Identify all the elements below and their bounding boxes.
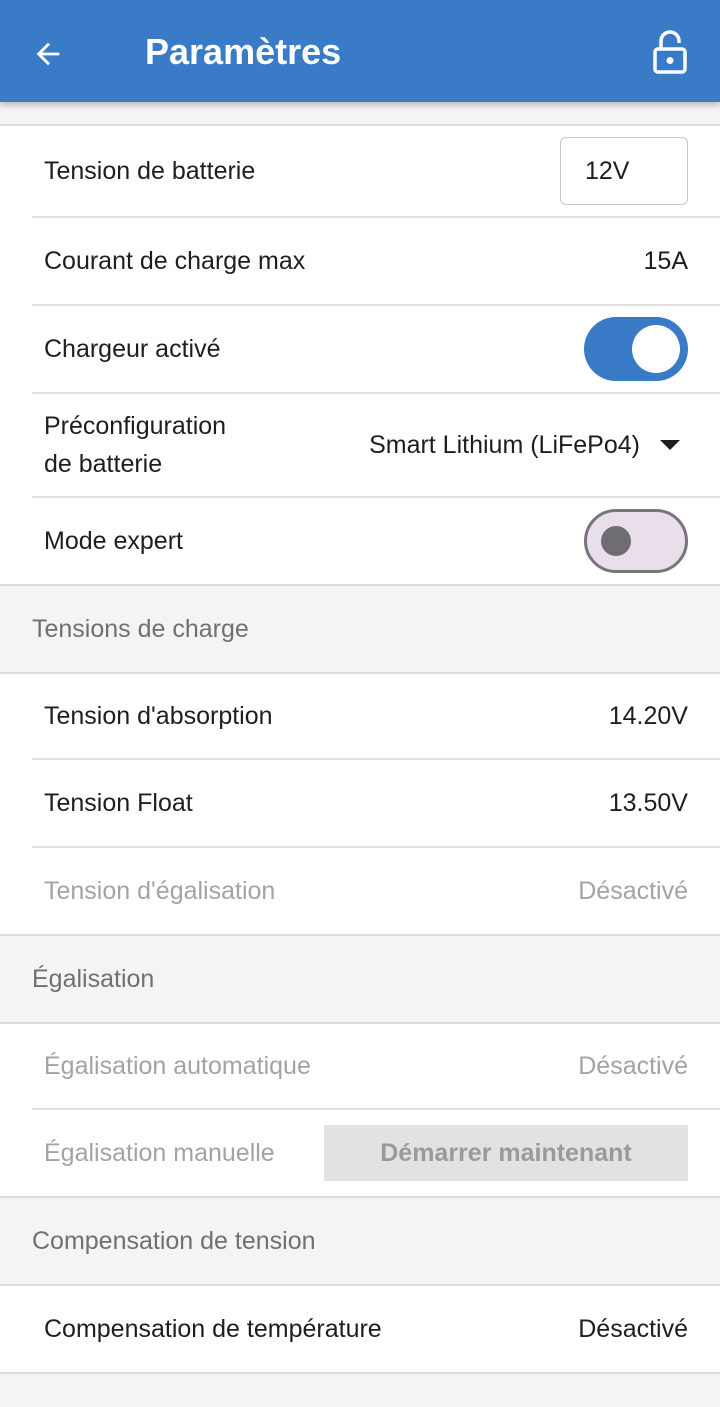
settings-content: Tension de batterie 12V Courant de charg… bbox=[0, 102, 720, 1374]
expert-mode-label: Mode expert bbox=[44, 527, 183, 555]
caret-down-icon bbox=[660, 440, 680, 450]
auto-equalization-row: Égalisation automatique Désactivé bbox=[32, 1024, 720, 1110]
manual-equalization-label: Égalisation manuelle bbox=[44, 1139, 275, 1167]
app-bar: Paramètres bbox=[0, 0, 720, 102]
battery-preset-value: Smart Lithium (LiFePo4) bbox=[369, 430, 640, 459]
toggle-knob bbox=[601, 526, 631, 556]
battery-preset-label-line2: de batterie bbox=[44, 450, 163, 478]
voltage-compensation-section-title: Compensation de tension bbox=[0, 1198, 720, 1284]
battery-voltage-label: Tension de batterie bbox=[44, 157, 256, 185]
max-charge-current-row[interactable]: Courant de charge max 15A bbox=[32, 218, 720, 306]
auto-equalization-value: Désactivé bbox=[578, 1051, 688, 1080]
absorption-voltage-row[interactable]: Tension d'absorption 14.20V bbox=[32, 674, 720, 760]
expert-mode-row: Mode expert bbox=[32, 498, 720, 584]
battery-voltage-row[interactable]: Tension de batterie 12V bbox=[32, 126, 720, 218]
battery-preset-label-line1: Préconfiguration bbox=[44, 412, 227, 440]
absorption-voltage-value: 14.20V bbox=[608, 701, 688, 730]
general-settings-card: Tension de batterie 12V Courant de charg… bbox=[0, 124, 720, 586]
page-title: Paramètres bbox=[145, 31, 342, 72]
auto-equalization-label: Égalisation automatique bbox=[44, 1052, 311, 1080]
float-voltage-row[interactable]: Tension Float 13.50V bbox=[32, 760, 720, 848]
charge-voltages-section-title: Tensions de charge bbox=[0, 586, 720, 672]
temperature-compensation-row[interactable]: Compensation de température Désactivé bbox=[32, 1286, 720, 1372]
back-button[interactable] bbox=[20, 26, 76, 82]
equalization-voltage-row: Tension d'égalisation Désactivé bbox=[32, 848, 720, 934]
arrow-left-icon bbox=[36, 42, 60, 66]
expert-mode-toggle[interactable] bbox=[584, 509, 688, 573]
battery-preset-row[interactable]: Préconfiguration de batterie Smart Lithi… bbox=[32, 394, 720, 498]
equalization-card: Égalisation automatique Désactivé Égalis… bbox=[0, 1022, 720, 1198]
float-voltage-value: 13.50V bbox=[608, 788, 688, 817]
max-charge-current-value: 15A bbox=[643, 246, 688, 275]
equalization-voltage-value: Désactivé bbox=[578, 876, 688, 905]
temperature-compensation-label: Compensation de température bbox=[44, 1315, 382, 1343]
unlocked-padlock-icon bbox=[653, 30, 687, 74]
charger-enabled-toggle[interactable] bbox=[584, 317, 688, 381]
equalization-section-title: Égalisation bbox=[0, 936, 720, 1022]
toggle-knob bbox=[632, 325, 680, 373]
lock-button[interactable] bbox=[642, 24, 698, 80]
temperature-compensation-value: Désactivé bbox=[578, 1314, 688, 1343]
battery-preset-dropdown[interactable]: Smart Lithium (LiFePo4) bbox=[369, 431, 688, 460]
battery-preset-label: Préconfiguration de batterie bbox=[32, 407, 226, 483]
charger-enabled-row: Chargeur activé bbox=[32, 306, 720, 394]
manual-equalization-row: Égalisation manuelle Démarrer maintenant bbox=[32, 1110, 720, 1196]
battery-voltage-field[interactable]: 12V bbox=[560, 137, 688, 205]
absorption-voltage-label: Tension d'absorption bbox=[44, 702, 273, 730]
charge-voltages-card: Tension d'absorption 14.20V Tension Floa… bbox=[0, 672, 720, 936]
charger-enabled-label: Chargeur activé bbox=[44, 335, 221, 363]
float-voltage-label: Tension Float bbox=[44, 789, 193, 817]
start-now-button[interactable]: Démarrer maintenant bbox=[324, 1125, 688, 1181]
equalization-voltage-label: Tension d'égalisation bbox=[44, 877, 276, 905]
voltage-compensation-card: Compensation de température Désactivé bbox=[0, 1284, 720, 1374]
max-charge-current-label: Courant de charge max bbox=[44, 247, 306, 275]
top-spacer bbox=[0, 102, 720, 124]
